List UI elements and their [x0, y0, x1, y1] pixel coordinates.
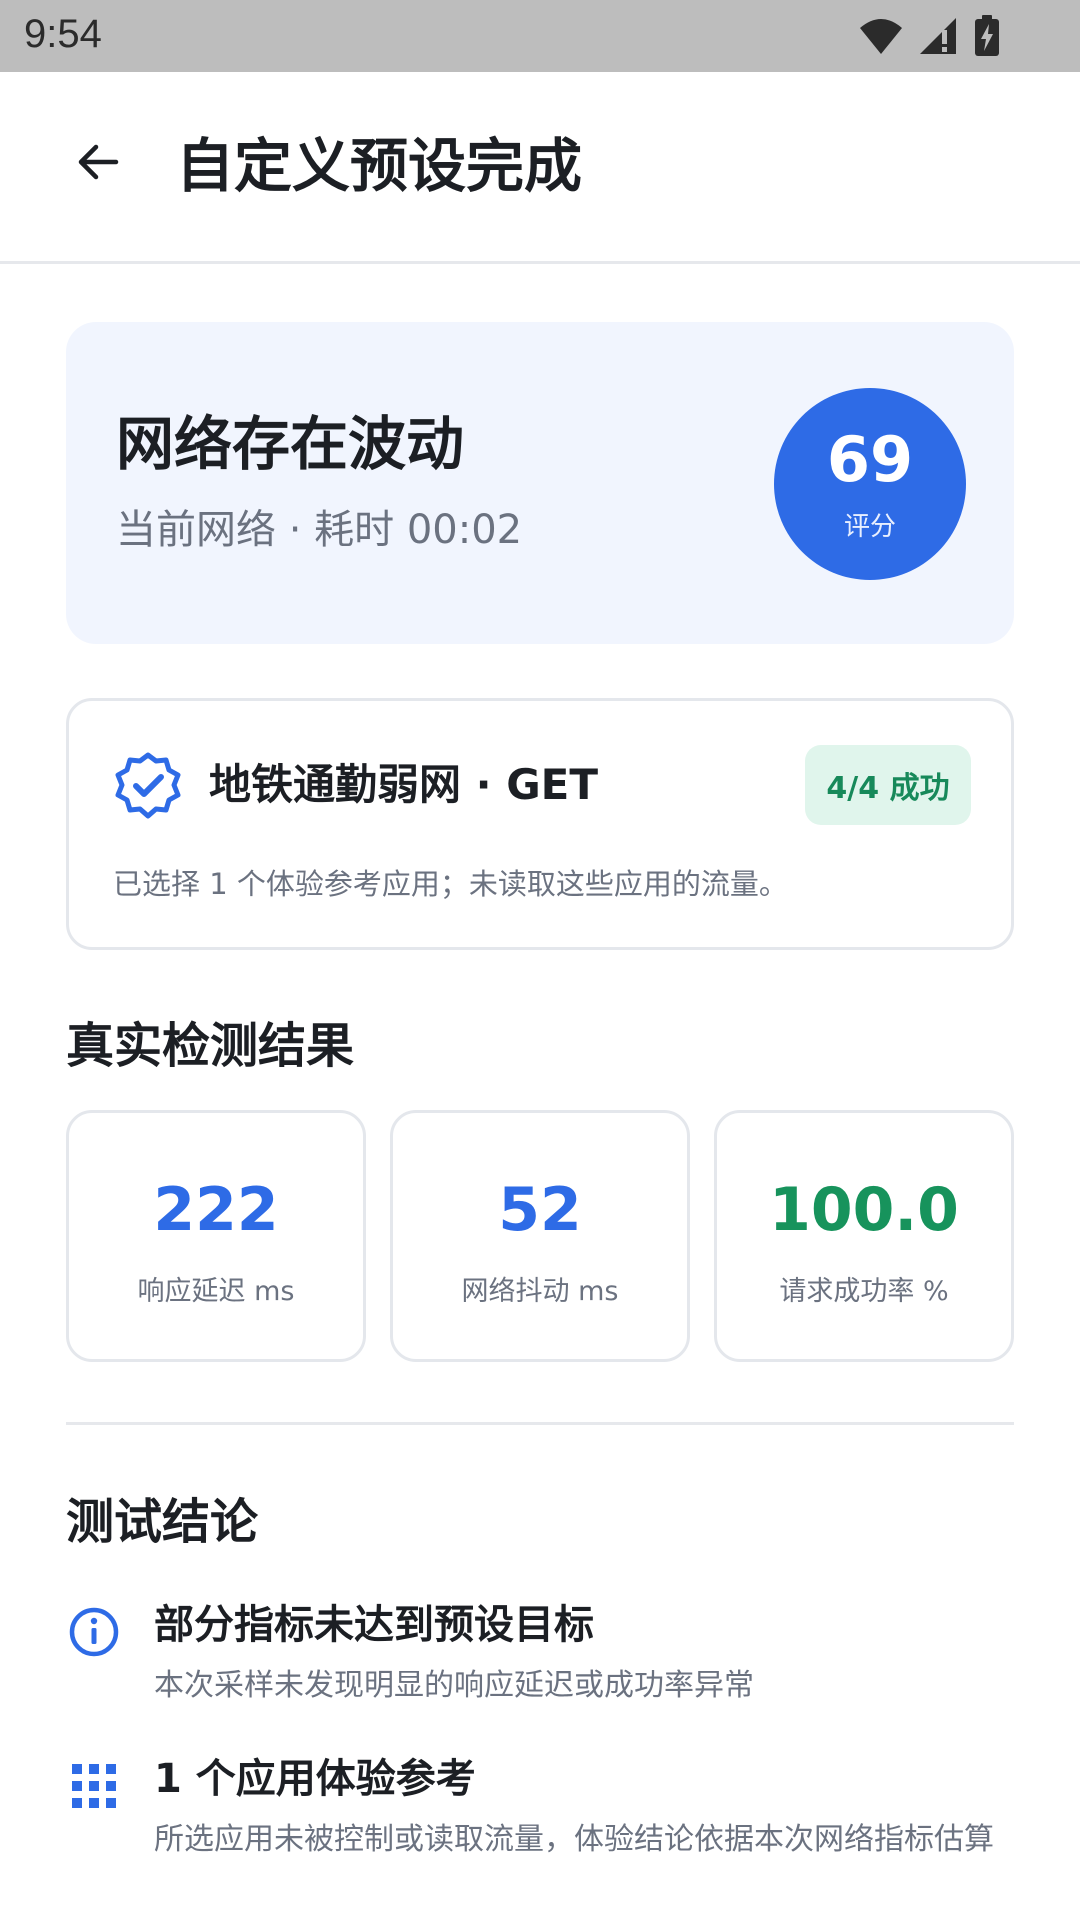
back-button[interactable] [70, 134, 126, 190]
verified-badge-icon [115, 752, 181, 819]
metric-card-latency: 222 响应延迟 ms [66, 1110, 366, 1362]
summary-title: 网络存在波动 [116, 410, 465, 478]
metric-label: 网络抖动 ms [461, 1276, 619, 1307]
signal-icon [920, 18, 956, 54]
status-bar: 9:54 [0, 0, 1080, 72]
score-value: 69 [826, 423, 914, 496]
score-badge: 69 评分 [774, 388, 966, 580]
metric-card-success-rate: 100.0 请求成功率 % [714, 1110, 1014, 1362]
metric-label: 响应延迟 ms [137, 1276, 295, 1307]
summary-subtitle: 当前网络 · 耗时 00:02 [116, 507, 523, 553]
section-divider [66, 1422, 1014, 1425]
score-label: 评分 [843, 512, 896, 542]
battery-charging-icon [975, 15, 999, 56]
metric-value: 52 [498, 1175, 582, 1245]
status-badge: 4/4 成功 [805, 745, 971, 825]
metric-card-jitter: 52 网络抖动 ms [390, 1110, 690, 1362]
status-icons [858, 14, 1000, 58]
metric-label: 请求成功率 % [779, 1276, 949, 1307]
info-icon [69, 1607, 119, 1657]
page-title: 自定义预设完成 [176, 132, 583, 200]
preset-title: 地铁通勤弱网 · GET [209, 760, 599, 809]
conclusion-title: 部分指标未达到预设目标 [154, 1602, 594, 1648]
conclusion-section-title: 测试结论 [66, 1494, 259, 1550]
arrow-left-icon [78, 144, 119, 180]
preset-card: 地铁通勤弱网 · GET 4/4 成功 已选择 1 个体验参考应用；未读取这些应… [66, 698, 1014, 950]
wifi-icon [860, 19, 902, 54]
conclusion-title: 1 个应用体验参考 [154, 1756, 476, 1802]
metric-value: 222 [153, 1175, 279, 1245]
status-time: 9:54 [24, 12, 102, 56]
summary-card: 网络存在波动 当前网络 · 耗时 00:02 69 评分 [66, 322, 1014, 644]
conclusion-description: 所选应用未被控制或读取流量，体验结论依据本次网络指标估算 [154, 1822, 994, 1857]
preset-description: 已选择 1 个体验参考应用；未读取这些应用的流量。 [113, 867, 788, 901]
conclusion-description: 本次采样未发现明显的响应延迟或成功率异常 [154, 1668, 754, 1703]
apps-grid-icon [72, 1764, 116, 1808]
conclusion-item: 1 个应用体验参考 所选应用未被控制或读取流量，体验结论依据本次网络指标估算 [66, 1754, 1014, 1874]
conclusion-item: 部分指标未达到预设目标 本次采样未发现明显的响应延迟或成功率异常 [66, 1600, 1014, 1720]
results-section-title: 真实检测结果 [66, 1018, 355, 1074]
app-bar: 自定义预设完成 [0, 72, 1080, 264]
metric-value: 100.0 [769, 1175, 959, 1245]
